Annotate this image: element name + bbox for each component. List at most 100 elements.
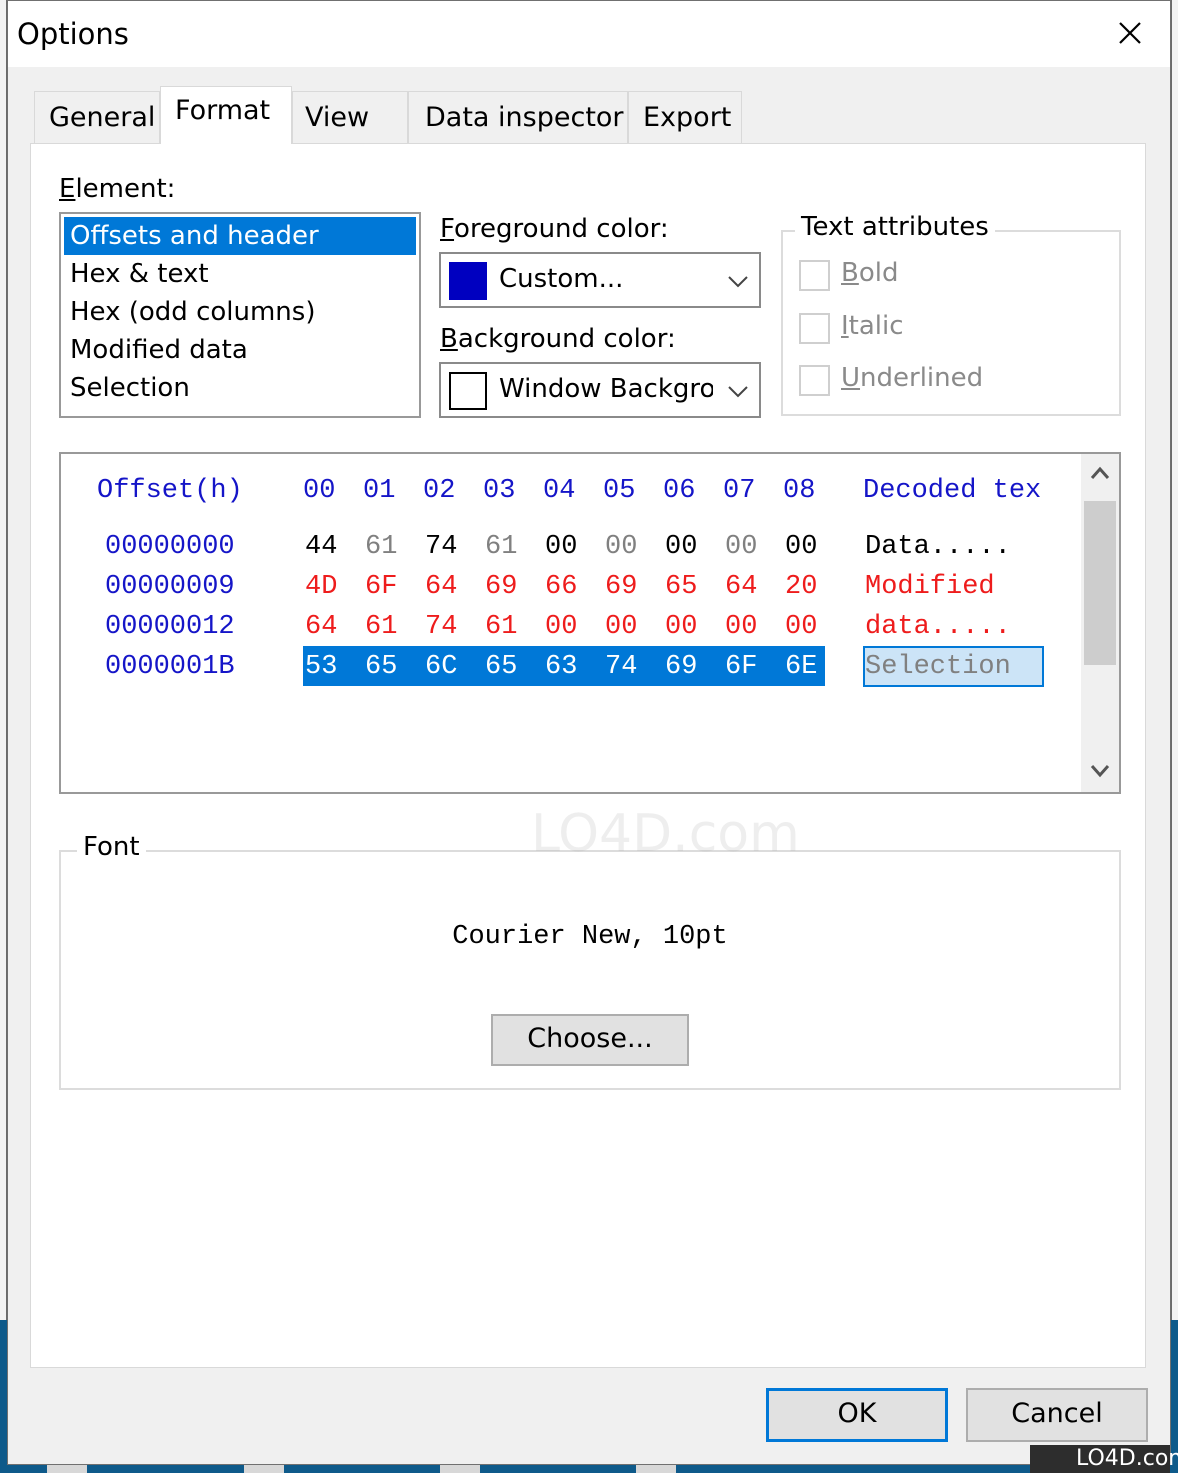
- row-byte: 69: [485, 572, 518, 602]
- dialog-title: Options: [17, 17, 129, 51]
- row-byte: 64: [725, 572, 758, 602]
- header-column-label: 01: [363, 476, 396, 506]
- element-item-offsets-header[interactable]: Offsets and header: [64, 217, 416, 255]
- row-byte: 6F: [725, 652, 758, 682]
- element-item-modified-data[interactable]: Modified data: [64, 331, 416, 369]
- row-byte: 65: [485, 652, 518, 682]
- row-offset: 00000009: [105, 572, 235, 602]
- element-listbox[interactable]: Offsets and header Hex & text Hex (odd c…: [59, 212, 421, 418]
- chevron-down-icon: [728, 276, 748, 288]
- tab-format[interactable]: Format: [160, 86, 292, 144]
- header-decoded-label: Decoded tex: [863, 476, 1042, 506]
- italic-label: Italic: [841, 311, 904, 341]
- row-byte: 00: [545, 532, 578, 562]
- row-decoded-text: data.....: [865, 612, 1011, 642]
- row-byte: 74: [425, 612, 458, 642]
- element-item-hex-text[interactable]: Hex & text: [64, 255, 416, 293]
- header-column-label: 06: [663, 476, 696, 506]
- row-byte: 74: [425, 532, 458, 562]
- format-tab-panel: Element: Offsets and header Hex & text H…: [30, 143, 1146, 1368]
- font-group: Font Courier New, 10pt Choose...: [59, 832, 1121, 1090]
- row-byte: 61: [365, 532, 398, 562]
- preview-vertical-scrollbar[interactable]: [1081, 454, 1119, 792]
- element-label: Element:: [59, 174, 176, 204]
- tab-data-inspector[interactable]: Data inspector: [408, 91, 628, 143]
- row-byte: 4D: [305, 572, 338, 602]
- scroll-thumb[interactable]: [1084, 501, 1116, 665]
- hex-preview: Offset(h) 00 01 02 03 04 05 06 07 08 Decoded tex 0…: [59, 452, 1121, 794]
- row-byte: 6C: [425, 652, 458, 682]
- tab-general[interactable]: General: [34, 91, 160, 143]
- underlined-label: Underlined: [841, 363, 984, 393]
- header-column-label: 02: [423, 476, 456, 506]
- cancel-button[interactable]: Cancel: [966, 1388, 1148, 1442]
- close-icon: [1119, 22, 1141, 44]
- row-byte: 00: [665, 532, 698, 562]
- row-byte: 6E: [785, 652, 818, 682]
- background-color-dropdown[interactable]: Window Background: [439, 362, 761, 418]
- row-byte: 00: [725, 532, 758, 562]
- row-byte: 00: [545, 612, 578, 642]
- row-byte: 63: [545, 652, 578, 682]
- title-bar: Options: [8, 1, 1170, 67]
- header-offset-label: Offset(h): [97, 476, 243, 506]
- header-column-label: 00: [303, 476, 336, 506]
- background-app-right-edge: [1170, 0, 1178, 1445]
- row-decoded-text: Data.....: [865, 532, 1011, 562]
- header-column-label: 03: [483, 476, 516, 506]
- font-group-title: Font: [77, 832, 146, 862]
- scroll-up-button[interactable]: [1081, 454, 1119, 494]
- row-byte: 00: [725, 612, 758, 642]
- bold-checkbox-box[interactable]: [799, 260, 830, 291]
- background-color-label: Background color:: [440, 324, 676, 354]
- row-byte: 20: [785, 572, 818, 602]
- row-offset: 00000012: [105, 612, 235, 642]
- row-byte: 00: [605, 532, 638, 562]
- row-byte: 64: [425, 572, 458, 602]
- foreground-color-swatch: [449, 262, 487, 300]
- tab-export[interactable]: Export: [628, 91, 742, 143]
- tab-label: General: [49, 102, 156, 133]
- background-color-value: Window Background: [499, 374, 713, 404]
- watermark-badge: LO4D.com: [1030, 1445, 1178, 1473]
- scroll-down-button[interactable]: [1081, 750, 1119, 790]
- row-byte: 69: [605, 572, 638, 602]
- row-byte: 64: [305, 612, 338, 642]
- text-attributes-title: Text attributes: [795, 212, 995, 242]
- tab-view[interactable]: View: [292, 91, 408, 143]
- bold-label: Bold: [841, 258, 899, 288]
- tab-label: Export: [643, 102, 732, 133]
- tab-label: View: [305, 102, 370, 133]
- chevron-down-icon: [1090, 765, 1110, 778]
- italic-checkbox-box[interactable]: [799, 313, 830, 344]
- row-decoded-text: Selection: [865, 652, 1011, 682]
- options-dialog: Options General Format View Data inspect…: [7, 0, 1171, 1465]
- row-decoded-text: Modified: [865, 572, 1011, 602]
- header-column-label: 07: [723, 476, 756, 506]
- row-offset: 0000001B: [105, 652, 235, 682]
- row-byte: 00: [785, 532, 818, 562]
- text-attributes-group: Text attributes Bold Italic Underlined: [781, 212, 1121, 416]
- foreground-color-dropdown[interactable]: Custom...: [439, 252, 761, 308]
- close-button[interactable]: [1110, 13, 1150, 53]
- choose-font-button[interactable]: Choose...: [491, 1014, 689, 1066]
- row-byte: 69: [665, 652, 698, 682]
- header-column-label: 04: [543, 476, 576, 506]
- row-byte: 61: [485, 532, 518, 562]
- header-column-label: 08: [783, 476, 816, 506]
- chevron-up-icon: [1090, 466, 1110, 479]
- row-byte: 61: [365, 612, 398, 642]
- foreground-color-value: Custom...: [499, 264, 624, 294]
- underlined-checkbox-box[interactable]: [799, 365, 830, 396]
- row-byte: 61: [485, 612, 518, 642]
- row-byte: 66: [545, 572, 578, 602]
- element-item-selection[interactable]: Selection: [64, 369, 416, 407]
- header-column-label: 05: [603, 476, 636, 506]
- background-color-swatch: [449, 372, 487, 410]
- row-byte: 00: [605, 612, 638, 642]
- ok-button[interactable]: OK: [766, 1388, 948, 1442]
- row-byte: 65: [665, 572, 698, 602]
- tab-label: Format: [175, 95, 271, 126]
- row-byte: 44: [305, 532, 338, 562]
- element-item-hex-odd-columns[interactable]: Hex (odd columns): [64, 293, 416, 331]
